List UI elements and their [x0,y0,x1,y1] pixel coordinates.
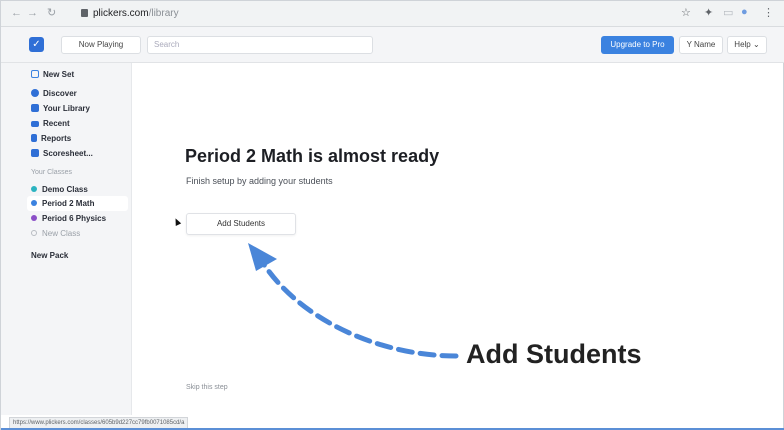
lock-icon [81,9,88,17]
sidebar-item-scoresheet[interactable]: Scoresheet... [31,147,93,161]
library-icon [31,104,39,112]
page-subtitle: Finish setup by adding your students [186,176,333,186]
app-header: ✓ Now Playing Search Upgrade to Pro Y Na… [1,27,784,63]
reload-button[interactable]: ↻ [47,7,56,19]
back-button[interactable]: ← [11,7,22,19]
search-input[interactable]: Search [147,36,373,54]
upgrade-button[interactable]: Upgrade to Pro [601,36,674,54]
now-playing-button[interactable]: Now Playing [61,36,141,54]
help-button[interactable]: Help ⌄ [727,36,767,54]
star-icon[interactable]: ☆ [681,6,691,19]
forward-button[interactable]: → [27,7,38,19]
sidebar-item-your-library[interactable]: Your Library [31,102,90,116]
annotation-label: Add Students [466,339,642,369]
address-bar[interactable]: plickers.com/library [81,8,179,19]
sidebar-class-demo-class[interactable]: Demo Class [31,183,88,197]
sidebar-item-recent[interactable]: Recent [31,117,70,131]
sidebar-new-class[interactable]: New Class [31,227,80,241]
cast-icon[interactable]: ▭ [723,6,733,19]
recent-icon [31,121,39,127]
url-path: /library [148,8,179,19]
sidebar-class-period-2-math[interactable]: Period 2 Math [31,197,94,211]
profile-icon[interactable]: ● [741,6,748,18]
new-set-icon [31,70,39,78]
plickers-logo-icon[interactable]: ✓ [29,37,44,52]
add-students-button[interactable]: Add Students [186,213,296,235]
class-dot-icon [31,215,37,221]
sidebar-new-pack[interactable]: New Pack [31,249,68,263]
sidebar-item-reports[interactable]: Reports [31,132,71,146]
browser-toolbar: ← → ↻ plickers.com/library ☆ ✦ ▭ ● ⋮ [1,1,784,27]
menu-icon[interactable]: ⋮ [763,6,774,19]
page-title: Period 2 Math is almost ready [185,146,440,166]
class-dot-icon [31,200,37,206]
mouse-cursor-icon [172,217,182,226]
skip-step-link[interactable]: Skip this step [186,384,228,391]
app-window: ← → ↻ plickers.com/library ☆ ✦ ▭ ● ⋮ ✓ N… [0,0,784,430]
sidebar-class-period-6-physics[interactable]: Period 6 Physics [31,212,106,226]
sidebar-item-new-set[interactable]: New Set [31,68,74,82]
extension-icon[interactable]: ✦ [704,6,713,19]
account-button[interactable]: Y Name [679,36,723,54]
reports-icon [31,134,37,142]
your-classes-heading: Your Classes [31,169,72,176]
discover-icon [31,89,39,97]
add-class-icon [31,230,37,236]
sidebar-item-discover[interactable]: Discover [31,87,77,101]
url-host: plickers.com [93,8,149,19]
scoresheet-icon [31,149,39,157]
class-dot-icon [31,186,37,192]
